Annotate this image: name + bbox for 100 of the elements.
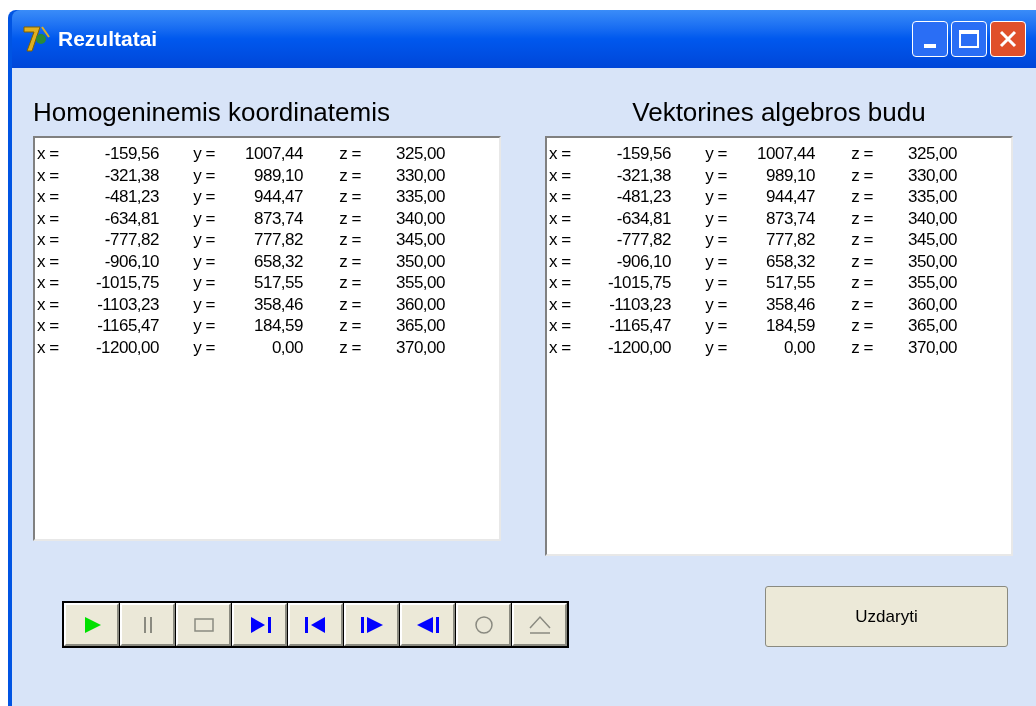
coordinate-value: -1103,23: [96, 293, 159, 315]
coordinate-value: 873,74: [765, 207, 815, 229]
coordinate-value: 365,00: [395, 315, 445, 337]
axis-label: z =: [850, 143, 873, 165]
axis-label: y =: [704, 315, 727, 337]
axis-label: z =: [338, 336, 361, 358]
axis-label: x =: [549, 272, 572, 294]
axis-label: y =: [192, 315, 215, 337]
record-icon: [472, 614, 495, 635]
coordinate-value: 335,00: [395, 186, 445, 208]
maximize-button[interactable]: [951, 21, 987, 57]
coordinate-value: 325,00: [395, 143, 445, 165]
coordinate-value: -1015,75: [94, 272, 159, 294]
coordinate-value: -777,82: [615, 229, 671, 251]
coordinate-value: -481,23: [615, 186, 671, 208]
coordinate-value: 658,32: [765, 250, 815, 272]
axis-label: z =: [338, 207, 361, 229]
media-button[interactable]: [400, 603, 455, 646]
coordinate-value: -1165,47: [608, 315, 671, 337]
coordinate-value: 944,47: [765, 186, 815, 208]
media-button[interactable]: [232, 603, 287, 646]
axis-label: y =: [192, 164, 215, 186]
axis-label: z =: [850, 229, 873, 251]
axis-label: z =: [850, 293, 873, 315]
coordinate-value: 340,00: [907, 207, 957, 229]
axis-label: x =: [37, 229, 60, 251]
eject-icon: [528, 614, 551, 635]
axis-label: y =: [704, 164, 727, 186]
coordinate-value: 345,00: [907, 229, 957, 251]
axis-label: y =: [192, 186, 215, 208]
coordinate-value: 0,00: [782, 336, 815, 358]
coordinate-value: 989,10: [765, 164, 815, 186]
axis-label: z =: [338, 272, 361, 294]
coordinate-value: -321,38: [615, 164, 671, 186]
coordinate-value: 325,00: [907, 143, 957, 165]
axis-label: z =: [338, 293, 361, 315]
minimize-button[interactable]: [912, 21, 948, 57]
axis-label: z =: [338, 250, 361, 272]
axis-label: x =: [549, 207, 572, 229]
axis-label: y =: [704, 143, 727, 165]
coordinate-value: 360,00: [395, 293, 445, 315]
coordinate-value: -159,56: [103, 143, 159, 165]
skip-back-icon: [304, 614, 327, 635]
coordinate-value: 184,59: [253, 315, 303, 337]
axis-label: x =: [37, 250, 60, 272]
coordinate-value: 517,55: [765, 272, 815, 294]
minimize-icon: [924, 44, 936, 48]
coordinate-value: -1165,47: [96, 315, 159, 337]
coordinate-value: -1103,23: [608, 293, 671, 315]
coordinate-value: -321,38: [103, 164, 159, 186]
axis-label: y =: [192, 143, 215, 165]
coordinate-value: 989,10: [253, 164, 303, 186]
axis-label: z =: [850, 164, 873, 186]
axis-label: y =: [192, 336, 215, 358]
axis-label: x =: [37, 315, 60, 337]
axis-label: z =: [850, 315, 873, 337]
coordinate-value: 944,47: [253, 186, 303, 208]
axis-label: z =: [850, 250, 873, 272]
axis-label: z =: [338, 164, 361, 186]
coordinate-value: -634,81: [615, 207, 671, 229]
panel-heading: Vektorines algebros budu: [631, 96, 927, 129]
coordinate-value: 658,32: [253, 250, 303, 272]
media-button[interactable]: [288, 603, 343, 646]
axis-label: x =: [37, 293, 60, 315]
axis-label: z =: [850, 207, 873, 229]
coordinate-value: 340,00: [395, 207, 445, 229]
coordinate-value: 350,00: [395, 250, 445, 272]
maximize-icon: [959, 30, 979, 48]
axis-label: z =: [850, 186, 873, 208]
coordinate-value: 330,00: [395, 164, 445, 186]
axis-label: z =: [338, 229, 361, 251]
axis-label: z =: [850, 272, 873, 294]
coordinate-value: -906,10: [103, 250, 159, 272]
axis-label: x =: [37, 164, 60, 186]
axis-label: x =: [549, 186, 572, 208]
window-title: Rezultatai: [58, 26, 158, 53]
axis-label: x =: [549, 336, 572, 358]
app-logo-icon: [22, 25, 52, 53]
coordinate-value: 370,00: [395, 336, 445, 358]
coordinate-value: 777,82: [765, 229, 815, 251]
coordinate-value: 355,00: [395, 272, 445, 294]
close-dialog-button[interactable]: Uzdaryti: [765, 586, 1008, 647]
axis-label: x =: [549, 250, 572, 272]
coordinate-value: 370,00: [907, 336, 957, 358]
axis-label: y =: [192, 272, 215, 294]
close-button[interactable]: [990, 21, 1026, 57]
axis-label: y =: [704, 250, 727, 272]
axis-label: y =: [192, 250, 215, 272]
media-button[interactable]: [344, 603, 399, 646]
coordinate-value: -777,82: [103, 229, 159, 251]
coordinate-value: 335,00: [907, 186, 957, 208]
coordinate-value: 355,00: [907, 272, 957, 294]
coordinate-value: -481,23: [103, 186, 159, 208]
coordinate-value: 777,82: [253, 229, 303, 251]
axis-label: x =: [549, 293, 572, 315]
axis-label: y =: [704, 229, 727, 251]
axis-label: z =: [338, 315, 361, 337]
axis-label: z =: [338, 143, 361, 165]
axis-label: y =: [192, 207, 215, 229]
coordinate-value: -1200,00: [94, 336, 159, 358]
